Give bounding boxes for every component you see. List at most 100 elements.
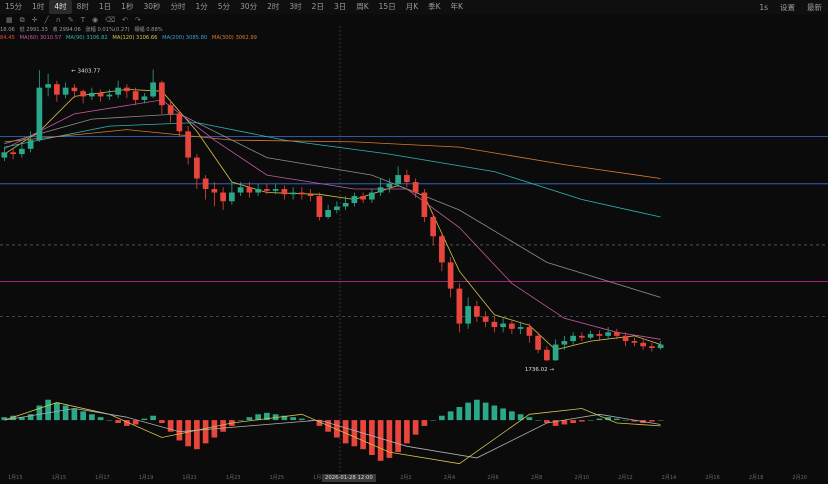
candle-body	[281, 189, 288, 195]
timeframe-18[interactable]: 季K	[423, 0, 445, 14]
undo-icon[interactable]: ↶	[122, 16, 128, 24]
candle-body	[544, 349, 550, 361]
macd-bar	[526, 417, 533, 421]
crosshair-icon[interactable]: ✛	[32, 16, 38, 24]
candle-body	[412, 182, 419, 193]
macd-bar	[491, 405, 498, 421]
text-icon[interactable]: T	[81, 16, 85, 24]
timeframe-13[interactable]: 2日	[307, 0, 329, 14]
candle-body	[141, 96, 148, 100]
candle-body	[587, 334, 594, 338]
candle-body	[54, 84, 60, 95]
candle-body	[316, 196, 323, 217]
macd-bar	[299, 418, 305, 421]
timeframe-2[interactable]: 4时	[49, 0, 72, 14]
macd-bar	[342, 420, 349, 444]
candle-body	[465, 306, 471, 324]
interval-label[interactable]: 1s	[753, 3, 774, 12]
candle-body	[395, 175, 401, 184]
macd-bar	[596, 418, 603, 421]
macd-bar	[351, 420, 358, 447]
timeframe-10[interactable]: 30分	[235, 0, 262, 14]
timeframe-19[interactable]: 年K	[446, 0, 468, 14]
timeframe-4[interactable]: 1日	[94, 0, 116, 14]
trash-icon[interactable]: ⌫	[105, 16, 115, 24]
candle-body	[185, 131, 191, 158]
drawing-toolbar: ▦ ⧉ ✛ ╱ ∩ ✎ T ◉ ⌫ ↶ ↷	[0, 14, 828, 26]
candle-body	[657, 344, 664, 349]
candle-body	[386, 183, 393, 188]
ma-line-1	[4, 99, 661, 340]
timeframe-8[interactable]: 1分	[191, 0, 213, 14]
macd-bar	[439, 415, 445, 421]
candle-body	[605, 332, 611, 336]
settings-button[interactable]: 设置	[774, 2, 801, 13]
timeframe-3[interactable]: 8时	[72, 0, 94, 14]
timeframe-1[interactable]: 1时	[27, 0, 49, 14]
candle-body	[640, 342, 646, 347]
timeframe-6[interactable]: 30秒	[138, 0, 165, 14]
candle-body	[526, 327, 533, 336]
topbar-right: 1s 设置 最新	[753, 0, 828, 14]
timeframe-7[interactable]: 分时	[166, 0, 191, 14]
candle-body	[45, 84, 51, 88]
candle-body	[159, 82, 165, 106]
candle-body	[229, 192, 235, 202]
timeframe-0[interactable]: 15分	[0, 0, 27, 14]
candle-body	[377, 187, 384, 193]
candle-body	[150, 82, 156, 97]
timeframe-bar: 15分 1时 4时 8时 1日 1秒 30秒 分时 1分 5分 30分 2时 3时 2日 3日 周K 15日 月K…	[0, 0, 828, 14]
candle-body	[264, 189, 270, 191]
timeframe-16[interactable]: 15日	[374, 0, 401, 14]
macd-bar	[377, 420, 384, 461]
macd-bar	[97, 417, 104, 421]
x-tick-label: 2月4	[444, 475, 455, 481]
macd-bar	[649, 420, 655, 422]
ma-line-0	[4, 88, 661, 351]
timeframe-14[interactable]: 3日	[329, 0, 351, 14]
macd-bar	[360, 420, 366, 450]
timeframe-17[interactable]: 月K	[401, 0, 423, 14]
pencil-icon[interactable]: ✎	[68, 16, 74, 24]
macd-bar	[237, 420, 244, 421]
macd-bar	[71, 408, 78, 421]
macd-bar	[202, 420, 209, 444]
x-tick-label: 1月21	[182, 475, 197, 481]
candle-body	[299, 192, 305, 195]
candle-body	[89, 92, 95, 97]
candle-body	[404, 175, 410, 183]
magnet-icon[interactable]: ∩	[56, 16, 61, 24]
macd-bar	[132, 420, 139, 425]
candle-body	[211, 189, 218, 193]
macd-line-1	[4, 408, 661, 459]
macd-bar	[412, 420, 419, 435]
macd-bar	[246, 417, 253, 421]
candle-body	[272, 189, 279, 191]
x-tick-label: 2月10	[575, 475, 590, 481]
x-tick-label: 2月18	[749, 475, 764, 481]
timeframe-12[interactable]: 3时	[284, 0, 306, 14]
macd-bar	[474, 399, 480, 421]
candle-body	[456, 288, 463, 324]
timeframe-5[interactable]: 1秒	[116, 0, 138, 14]
eye-icon[interactable]: ◉	[92, 16, 98, 24]
timeframe-9[interactable]: 5分	[213, 0, 235, 14]
timeframe-15[interactable]: 周K	[351, 0, 373, 14]
x-tick-label: 2月20	[792, 475, 807, 481]
redo-icon[interactable]: ↷	[135, 16, 141, 24]
compare-icon[interactable]: ⧉	[20, 16, 25, 25]
x-tick-label: 2月8	[531, 475, 542, 481]
macd-bar	[622, 420, 629, 421]
price-chart[interactable]: ← 3403.77 1736.02 → 1月15 1月15 1月17 1月19 1月21 1月…	[0, 26, 828, 484]
macd-bar	[404, 420, 410, 444]
candle-body	[552, 344, 559, 361]
latest-button[interactable]: 最新	[801, 2, 828, 13]
timeframe-11[interactable]: 2时	[262, 0, 284, 14]
line-tool-icon[interactable]: ╱	[45, 16, 49, 24]
indicator-icon[interactable]: ▦	[6, 16, 13, 24]
candle-body	[36, 87, 43, 141]
candle-body	[220, 192, 226, 202]
candle-body	[106, 94, 113, 97]
macd-bar	[80, 411, 86, 421]
candle-body	[474, 306, 480, 317]
